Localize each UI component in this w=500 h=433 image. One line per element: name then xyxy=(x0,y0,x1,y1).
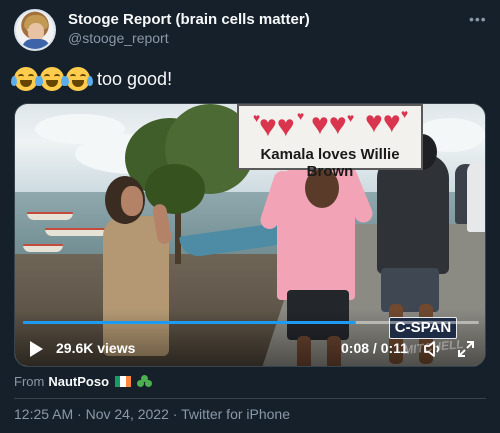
tweet-timestamp[interactable]: 12:25 AM · Nov 24, 2022 · Twitter for iP… xyxy=(14,406,290,422)
tears-of-joy-icon xyxy=(63,67,93,91)
video-time: 0:08 / 0:11 xyxy=(341,340,408,356)
more-options-icon[interactable]: ••• xyxy=(469,11,487,27)
ireland-flag-icon xyxy=(115,376,131,387)
author-display-name[interactable]: Stooge Report (brain cells matter) xyxy=(68,11,310,28)
video-progress-fill xyxy=(23,321,356,324)
view-count: 29.6K views xyxy=(56,340,136,356)
tears-of-joy-icon xyxy=(11,67,41,91)
author-avatar[interactable] xyxy=(14,9,56,51)
sign-text: Kamala loves Willie Brown xyxy=(260,146,400,180)
video-player[interactable]: ♥♥ ♥♥ ♥♥ ♥ ♥ ♥ ♥ Kamala loves Willie Bro… xyxy=(14,103,486,367)
tweet-text: too good! xyxy=(11,66,173,92)
attribution-name-link[interactable]: NautPoso xyxy=(48,374,109,389)
fullscreen-icon[interactable] xyxy=(457,340,475,358)
volume-icon[interactable] xyxy=(423,340,443,358)
tweet-body-text: too good! xyxy=(97,68,173,89)
author-handle[interactable]: @stooge_report xyxy=(68,30,169,46)
tears-of-joy-icon xyxy=(37,67,67,91)
divider xyxy=(14,398,486,399)
video-attribution: From NautPoso xyxy=(14,374,153,389)
tweet-header: Stooge Report (brain cells matter) @stoo… xyxy=(0,0,500,60)
video-progress-bar[interactable] xyxy=(23,321,479,324)
avatar-shirt xyxy=(22,39,50,49)
play-icon[interactable] xyxy=(30,341,43,357)
shamrock-icon xyxy=(137,374,153,389)
protest-sign: ♥♥ ♥♥ ♥♥ ♥ ♥ ♥ ♥ Kamala loves Willie Bro… xyxy=(237,104,423,180)
attribution-prefix: From xyxy=(14,374,45,389)
